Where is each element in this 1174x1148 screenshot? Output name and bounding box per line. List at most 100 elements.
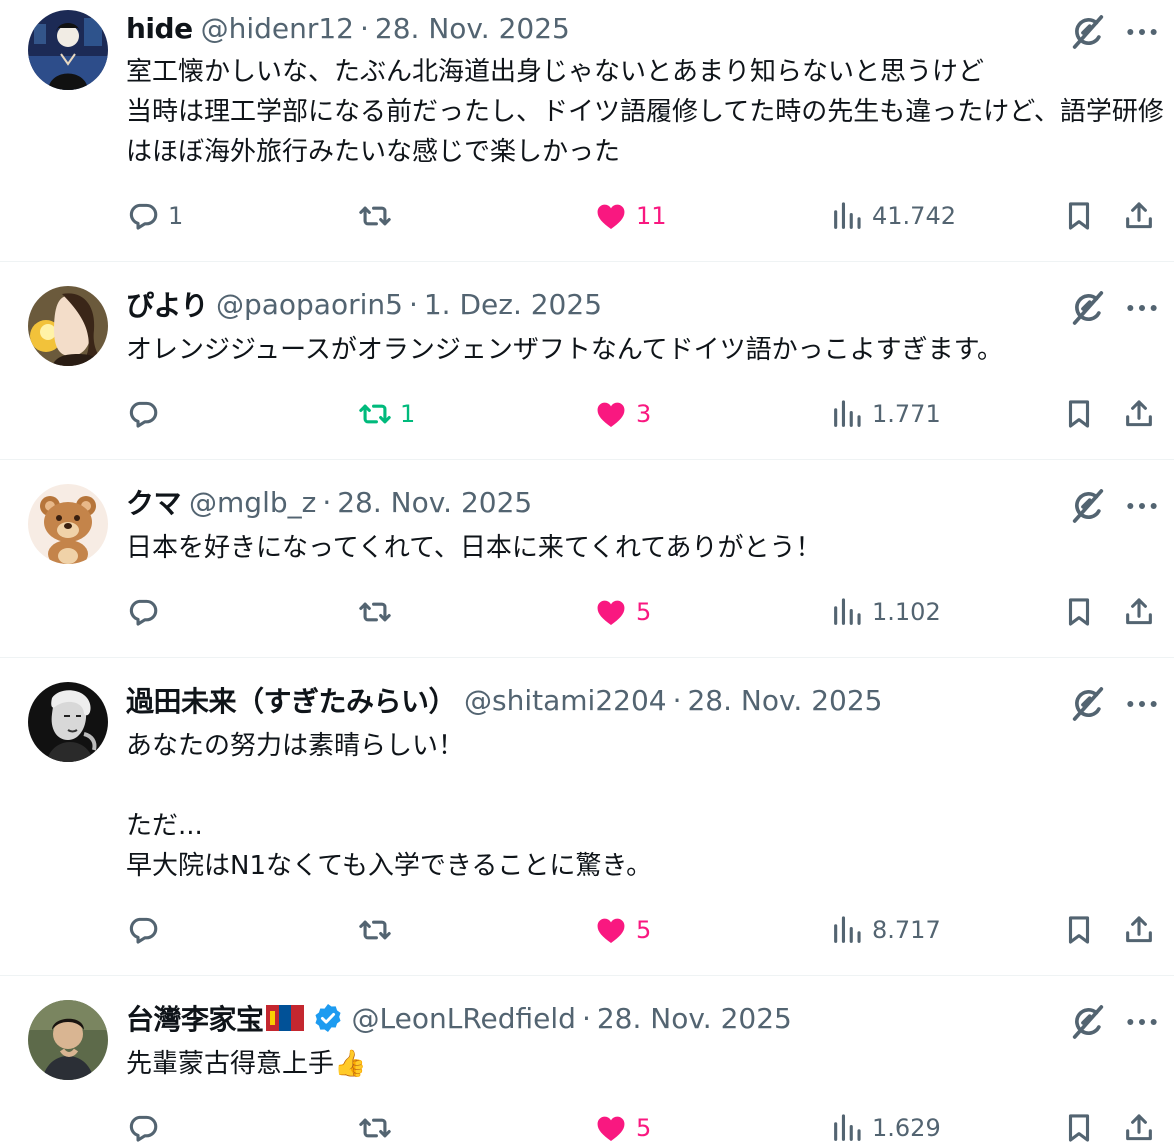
- action-bar: 5 8.717: [126, 910, 1166, 950]
- like-button[interactable]: 5: [594, 592, 651, 632]
- grok-icon[interactable]: [1068, 12, 1108, 52]
- grok-icon[interactable]: [1068, 486, 1108, 526]
- avatar[interactable]: [28, 286, 108, 366]
- tweet-text: 日本を好きになってくれて、日本に来てくれてありがとう！: [126, 533, 822, 563]
- reply-button[interactable]: [126, 1108, 168, 1148]
- bookmark-button[interactable]: [1062, 1108, 1096, 1148]
- bookmark-button[interactable]: [1062, 196, 1096, 236]
- heart-icon: [594, 913, 628, 947]
- views-button[interactable]: 1.102: [830, 592, 941, 632]
- author-handle[interactable]: @mglb_z: [189, 486, 316, 519]
- avatar[interactable]: [28, 682, 108, 762]
- tweet-date[interactable]: 28. Nov. 2025: [375, 12, 570, 45]
- author-name[interactable]: 台灣李家宝: [126, 998, 264, 1038]
- separator: ·: [360, 11, 369, 45]
- bookmark-button[interactable]: [1062, 910, 1096, 950]
- reply-button[interactable]: [126, 394, 168, 434]
- more-icon[interactable]: [1122, 1002, 1162, 1042]
- like-count: 5: [636, 1114, 652, 1142]
- author-handle[interactable]: @shitami2204: [464, 684, 667, 717]
- reply-icon: [126, 397, 160, 431]
- mongolia-flag-icon: [265, 1005, 304, 1031]
- heart-icon: [594, 397, 628, 431]
- like-count: 3: [636, 400, 652, 428]
- retweet-button[interactable]: [358, 196, 400, 236]
- views-button[interactable]: 41.742: [830, 196, 956, 236]
- more-icon[interactable]: [1122, 486, 1162, 526]
- author-name[interactable]: hide: [126, 12, 193, 45]
- tweet[interactable]: 台灣李家宝 @LeonLRedfield · 28. Nov. 2025 先輩蒙…: [0, 976, 1174, 1146]
- tweet[interactable]: hide @hidenr12 · 28. Nov. 2025 室工懐かしいな、た…: [0, 0, 1174, 262]
- reply-feed: hide @hidenr12 · 28. Nov. 2025 室工懐かしいな、た…: [0, 0, 1174, 1146]
- separator: ·: [322, 485, 332, 519]
- grok-icon[interactable]: [1068, 684, 1108, 724]
- share-button[interactable]: [1122, 1108, 1156, 1148]
- author-handle[interactable]: @LeonLRedfield: [352, 1002, 576, 1035]
- tweet[interactable]: 過田未来（すぎたみらい） @shitami2204 · 28. Nov. 202…: [0, 658, 1174, 976]
- author-handle[interactable]: @paopaorin5: [216, 288, 403, 321]
- avatar[interactable]: [28, 484, 108, 564]
- avatar[interactable]: [28, 10, 108, 90]
- author-name[interactable]: 過田未来（すぎたみらい）: [126, 680, 457, 720]
- share-icon: [1122, 397, 1156, 431]
- share-button[interactable]: [1122, 394, 1156, 434]
- tweet[interactable]: クマ @mglb_z · 28. Nov. 2025 日本を好きになってくれて、…: [0, 460, 1174, 658]
- like-button[interactable]: 5: [594, 1108, 651, 1148]
- more-icon[interactable]: [1122, 684, 1162, 724]
- views-button[interactable]: 1.771: [830, 394, 941, 434]
- grok-icon[interactable]: [1068, 1002, 1108, 1042]
- retweet-button[interactable]: [358, 1108, 400, 1148]
- bookmark-icon: [1062, 595, 1096, 629]
- retweet-button[interactable]: 1: [358, 394, 415, 434]
- author-handle[interactable]: @hidenr12: [201, 12, 354, 45]
- author-name[interactable]: ぴより: [126, 284, 208, 324]
- separator: ·: [581, 1001, 591, 1035]
- more-icon[interactable]: [1122, 12, 1162, 52]
- heart-icon: [594, 199, 628, 233]
- retweet-count: 1: [400, 400, 416, 428]
- retweet-button[interactable]: [358, 910, 400, 950]
- grok-icon[interactable]: [1068, 288, 1108, 328]
- tweet-header: hide @hidenr12 · 28. Nov. 2025: [126, 10, 570, 46]
- views-icon: [830, 1111, 864, 1145]
- tweet[interactable]: ぴより @paopaorin5 · 1. Dez. 2025 オレンジジュースが…: [0, 262, 1174, 460]
- views-count: 8.717: [872, 916, 941, 944]
- retweet-button[interactable]: [358, 592, 400, 632]
- share-button[interactable]: [1122, 910, 1156, 950]
- tweet-date[interactable]: 28. Nov. 2025: [687, 684, 882, 717]
- reply-button[interactable]: 1: [126, 196, 183, 236]
- verified-badge-icon[interactable]: [312, 1002, 344, 1034]
- tweet-header: クマ @mglb_z · 28. Nov. 2025: [126, 482, 532, 522]
- bookmark-icon: [1062, 397, 1096, 431]
- more-icon[interactable]: [1122, 288, 1162, 328]
- share-button[interactable]: [1122, 592, 1156, 632]
- tweet-date[interactable]: 28. Nov. 2025: [597, 1002, 792, 1035]
- like-button[interactable]: 11: [594, 196, 667, 236]
- tweet-header: 過田未来（すぎたみらい） @shitami2204 · 28. Nov. 202…: [126, 680, 882, 720]
- avatar[interactable]: [28, 1000, 108, 1080]
- views-button[interactable]: 8.717: [830, 910, 941, 950]
- tweet-header: ぴより @paopaorin5 · 1. Dez. 2025: [126, 284, 602, 324]
- like-button[interactable]: 5: [594, 910, 651, 950]
- views-button[interactable]: 1.629: [830, 1108, 941, 1148]
- retweet-icon: [358, 595, 392, 629]
- reply-icon: [126, 199, 160, 233]
- author-name[interactable]: クマ: [126, 482, 182, 522]
- bookmark-icon: [1062, 199, 1096, 233]
- like-button[interactable]: 3: [594, 394, 651, 434]
- views-icon: [830, 397, 864, 431]
- tweet-date[interactable]: 28. Nov. 2025: [337, 486, 532, 519]
- retweet-icon: [358, 397, 392, 431]
- separator: ·: [672, 683, 682, 717]
- bookmark-button[interactable]: [1062, 394, 1096, 434]
- tweet-date[interactable]: 1. Dez. 2025: [424, 288, 602, 321]
- share-icon: [1122, 913, 1156, 947]
- share-icon: [1122, 1111, 1156, 1145]
- views-count: 1.102: [872, 598, 941, 626]
- share-button[interactable]: [1122, 196, 1156, 236]
- reply-button[interactable]: [126, 910, 168, 950]
- tweet-text: 室工懐かしいな、たぶん北海道出身じゃないとあまり知らないと思うけど 当時は理工学…: [126, 57, 1164, 167]
- avatar-image: [28, 484, 108, 564]
- reply-button[interactable]: [126, 592, 168, 632]
- bookmark-button[interactable]: [1062, 592, 1096, 632]
